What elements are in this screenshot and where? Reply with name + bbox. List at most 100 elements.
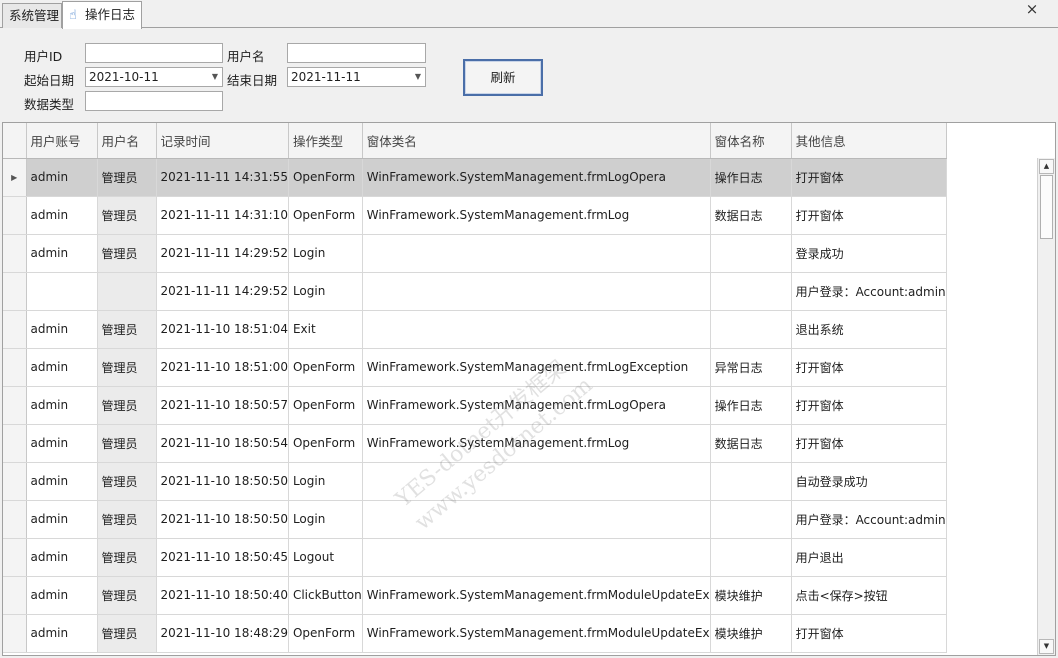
cell-username[interactable] (97, 272, 157, 311)
cell-time[interactable]: 2021-11-11 14:31:55 (156, 158, 289, 197)
cell-other-info[interactable]: 打开窗体 (791, 158, 947, 197)
cell-username[interactable]: 管理员 (97, 576, 157, 615)
row-indicator[interactable] (3, 462, 27, 501)
refresh-button[interactable]: 刷新 (463, 59, 543, 96)
cell-form-class[interactable] (362, 234, 711, 273)
user-name-input[interactable] (287, 43, 426, 63)
row-indicator[interactable] (3, 538, 27, 577)
cell-account[interactable]: admin (26, 234, 98, 273)
cell-username[interactable]: 管理员 (97, 196, 157, 235)
table-row[interactable]: admin 管理员 2021-11-10 18:50:57 OpenForm WinFr… (3, 386, 947, 425)
table-row[interactable]: admin 管理员 2021-11-10 18:51:04 Exit 退出系统 (3, 310, 947, 349)
cell-form-name[interactable] (710, 500, 792, 539)
cell-other-info[interactable]: 自动登录成功 (791, 462, 947, 501)
cell-time[interactable]: 2021-11-10 18:50:45 (156, 538, 289, 577)
column-header-username[interactable]: 用户名 (97, 123, 157, 159)
table-row[interactable]: 2021-11-11 14:29:52 Login 用户登录：Account:adm… (3, 272, 947, 311)
row-indicator[interactable] (3, 196, 27, 235)
cell-form-class[interactable]: WinFramework.SystemManagement.frmModuleU… (362, 576, 711, 615)
column-header-time[interactable]: 记录时间 (156, 123, 289, 159)
cell-other-info[interactable]: 用户退出 (791, 538, 947, 577)
cell-op-type[interactable]: OpenForm (288, 196, 363, 235)
cell-other-info[interactable]: 用户登录：Account:admin (791, 500, 947, 539)
data-type-input[interactable] (85, 91, 223, 111)
tab-operation-log[interactable]: ☝ 操作日志 (62, 1, 142, 29)
cell-time[interactable]: 2021-11-10 18:50:54 (156, 424, 289, 463)
row-indicator[interactable] (3, 576, 27, 615)
column-header-op-type[interactable]: 操作类型 (288, 123, 363, 159)
cell-form-class[interactable] (362, 538, 711, 577)
cell-form-class[interactable] (362, 462, 711, 501)
cell-time[interactable]: 2021-11-11 14:31:10 (156, 196, 289, 235)
cell-account[interactable]: admin (26, 538, 98, 577)
cell-time[interactable]: 2021-11-10 18:50:50 (156, 462, 289, 501)
cell-username[interactable]: 管理员 (97, 614, 157, 653)
cell-op-type[interactable]: Login (288, 234, 363, 273)
cell-account[interactable]: admin (26, 196, 98, 235)
table-row[interactable]: admin 管理员 2021-11-10 18:48:29 OpenForm WinFr… (3, 614, 947, 653)
cell-time[interactable]: 2021-11-10 18:51:00 (156, 348, 289, 387)
cell-account[interactable]: admin (26, 158, 98, 197)
cell-account[interactable]: admin (26, 310, 98, 349)
row-indicator[interactable] (3, 348, 27, 387)
row-indicator[interactable] (3, 310, 27, 349)
cell-username[interactable]: 管理员 (97, 424, 157, 463)
cell-op-type[interactable]: Exit (288, 310, 363, 349)
cell-op-type[interactable]: Logout (288, 538, 363, 577)
scroll-up-icon[interactable]: ▲ (1039, 159, 1054, 174)
cell-form-name[interactable]: 异常日志 (710, 348, 792, 387)
cell-form-name[interactable]: 操作日志 (710, 158, 792, 197)
cell-form-name[interactable]: 模块维护 (710, 614, 792, 653)
cell-username[interactable]: 管理员 (97, 386, 157, 425)
cell-account[interactable]: admin (26, 614, 98, 653)
cell-form-class[interactable]: WinFramework.SystemManagement.frmLogOper… (362, 158, 711, 197)
cell-account[interactable]: admin (26, 462, 98, 501)
cell-other-info[interactable]: 点击<保存>按钮 (791, 576, 947, 615)
cell-other-info[interactable]: 打开窗体 (791, 424, 947, 463)
cell-time[interactable]: 2021-11-10 18:50:57 (156, 386, 289, 425)
cell-form-name[interactable]: 数据日志 (710, 196, 792, 235)
cell-form-name[interactable]: 数据日志 (710, 424, 792, 463)
cell-form-class[interactable]: WinFramework.SystemManagement.frmLog (362, 424, 711, 463)
cell-form-class[interactable]: WinFramework.SystemManagement.frmLog (362, 196, 711, 235)
cell-other-info[interactable]: 登录成功 (791, 234, 947, 273)
cell-form-name[interactable] (710, 234, 792, 273)
cell-form-name[interactable] (710, 272, 792, 311)
end-date-picker[interactable]: 2021-11-11 ▼ (287, 67, 426, 87)
cell-username[interactable]: 管理员 (97, 348, 157, 387)
scroll-down-icon[interactable]: ▼ (1039, 639, 1054, 654)
table-row[interactable]: admin 管理员 2021-11-11 14:29:52 Login 登录成功 (3, 234, 947, 273)
table-row[interactable]: admin 管理员 2021-11-10 18:50:40 ClickButton Wi… (3, 576, 947, 615)
row-indicator[interactable] (3, 234, 27, 273)
scroll-thumb[interactable] (1040, 175, 1053, 239)
cell-other-info[interactable]: 用户登录：Account:admin (791, 272, 947, 311)
cell-account[interactable]: admin (26, 576, 98, 615)
table-row[interactable]: ▶ admin 管理员 2021-11-11 14:31:55 OpenForm WinF… (3, 158, 947, 197)
cell-other-info[interactable]: 退出系统 (791, 310, 947, 349)
column-header-form-class[interactable]: 窗体类名 (362, 123, 711, 159)
close-icon[interactable]: × (1024, 2, 1040, 18)
cell-op-type[interactable]: Login (288, 462, 363, 501)
column-header-other-info[interactable]: 其他信息 (791, 123, 947, 159)
cell-account[interactable]: admin (26, 500, 98, 539)
cell-form-name[interactable]: 模块维护 (710, 576, 792, 615)
cell-form-name[interactable]: 操作日志 (710, 386, 792, 425)
column-header-form-name[interactable]: 窗体名称 (710, 123, 792, 159)
cell-form-class[interactable]: WinFramework.SystemManagement.frmLogOper… (362, 386, 711, 425)
row-indicator[interactable] (3, 424, 27, 463)
cell-op-type[interactable]: OpenForm (288, 386, 363, 425)
cell-username[interactable]: 管理员 (97, 234, 157, 273)
cell-other-info[interactable]: 打开窗体 (791, 386, 947, 425)
table-row[interactable]: admin 管理员 2021-11-11 14:31:10 OpenForm WinFr… (3, 196, 947, 235)
cell-username[interactable]: 管理员 (97, 158, 157, 197)
cell-form-name[interactable] (710, 462, 792, 501)
table-row[interactable]: admin 管理员 2021-11-10 18:50:45 Logout 用户退出 (3, 538, 947, 577)
row-indicator[interactable] (3, 500, 27, 539)
cell-form-name[interactable] (710, 310, 792, 349)
row-pointer-icon[interactable]: ▶ (3, 158, 27, 197)
cell-account[interactable]: admin (26, 424, 98, 463)
table-row[interactable]: admin 管理员 2021-11-10 18:50:50 Login 用户登录：Acc… (3, 500, 947, 539)
cell-time[interactable]: 2021-11-11 14:29:52 (156, 272, 289, 311)
cell-time[interactable]: 2021-11-11 14:29:52 (156, 234, 289, 273)
row-indicator[interactable] (3, 614, 27, 653)
